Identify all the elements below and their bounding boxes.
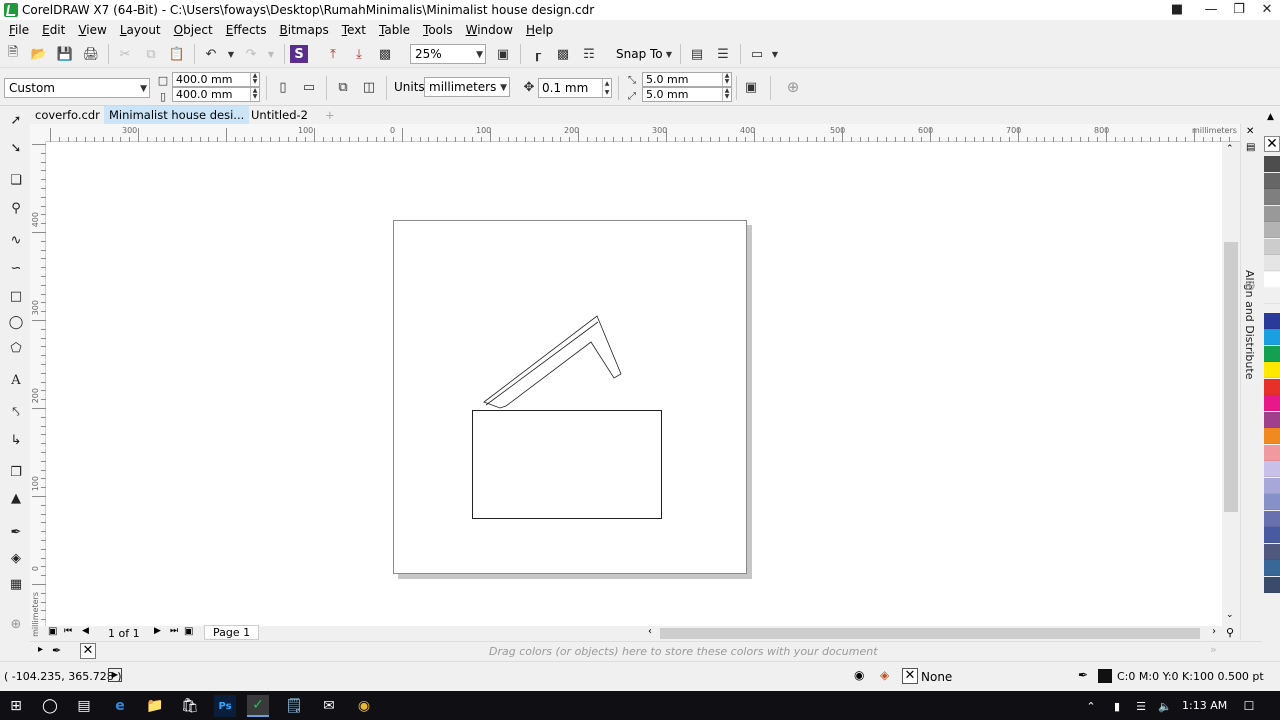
document-palette-bar: ▸ ✒ ✕ Drag colors (or objects) here to s… <box>30 641 1262 661</box>
fill-none-swatch-icon[interactable]: ✕ <box>902 668 918 684</box>
color-swatch[interactable] <box>1264 312 1280 329</box>
color-swatch[interactable] <box>1264 477 1280 494</box>
color-swatch[interactable] <box>1264 238 1280 255</box>
color-swatch[interactable] <box>1264 461 1280 477</box>
color-swatch[interactable] <box>1264 271 1280 288</box>
zoom-navigator-icon[interactable]: ⚲ <box>1226 626 1234 639</box>
store-icon[interactable]: 🛍 <box>179 695 201 717</box>
task-view-icon[interactable]: ▤ <box>73 695 95 717</box>
horizontal-scrollbar[interactable]: ‹ › <box>646 626 1222 640</box>
status-bar: ( -104.235, 365.728 ) ▶ ◉ ◈ ✕ None ✒ C:0… <box>0 661 1280 691</box>
docker-panel: ✕ ▤ Align and Distribute ⊕ <box>1240 124 1262 640</box>
scroll-down-icon[interactable]: ⌄ <box>1226 610 1234 620</box>
color-swatch[interactable] <box>1264 560 1280 576</box>
page-tab[interactable]: Page 1 <box>204 625 260 640</box>
palette-scroll-icon[interactable]: » <box>1210 643 1217 656</box>
color-swatch[interactable] <box>1264 576 1280 593</box>
color-swatch[interactable] <box>1264 444 1280 461</box>
color-swatch[interactable] <box>1264 362 1280 378</box>
photoshop-icon[interactable]: Ps <box>214 695 236 717</box>
drawing-objects <box>472 315 662 519</box>
color-swatch[interactable] <box>1264 411 1280 428</box>
no-color-icon[interactable]: ✕ <box>80 643 96 659</box>
fill-value: None <box>921 670 953 684</box>
edge-browser-icon[interactable]: e <box>109 695 131 717</box>
volume-icon[interactable]: 🔈 <box>1154 695 1176 717</box>
color-swatch[interactable] <box>1264 543 1280 560</box>
coreldraw-taskbar-icon[interactable]: ✓ <box>247 695 269 717</box>
scroll-left-icon[interactable]: ‹ <box>648 626 652 637</box>
color-swatch[interactable] <box>1264 510 1280 527</box>
color-palette: ▲ ✕ <box>1262 106 1280 640</box>
palette-menu-icon[interactable]: ▸ <box>38 644 43 655</box>
add-page-after-icon[interactable]: ▣ <box>184 626 193 637</box>
color-swatch[interactable] <box>1264 378 1280 395</box>
horizontal-scroll-thumb[interactable] <box>660 628 1200 639</box>
eyedropper-icon[interactable]: ✒ <box>52 644 61 657</box>
docker-expand-icon[interactable]: ▤ <box>1246 142 1255 153</box>
no-color-swatch-icon[interactable]: ✕ <box>1264 136 1280 152</box>
add-page-icon[interactable]: ▣ <box>48 626 57 637</box>
docker-close-icon[interactable]: ✕ <box>1246 126 1254 137</box>
battery-icon[interactable]: ▮ <box>1106 695 1128 717</box>
color-swatch[interactable] <box>1264 288 1280 304</box>
wifi-icon[interactable]: ☰ <box>1130 695 1152 717</box>
color-swatch[interactable] <box>1264 428 1280 444</box>
color-swatch[interactable] <box>1264 205 1280 222</box>
vertical-scroll-thumb[interactable] <box>1224 242 1238 512</box>
color-swatch[interactable] <box>1264 156 1280 172</box>
scroll-up-icon[interactable]: ⌃ <box>1226 144 1234 154</box>
color-swatch[interactable] <box>1264 329 1280 345</box>
add-docker-icon[interactable]: ⊕ <box>1244 278 1256 294</box>
first-page-icon[interactable]: ⏮ <box>64 626 72 636</box>
outline-value: C:0 M:0 Y:0 K:100 0.500 pt <box>1117 670 1264 683</box>
roof-shape[interactable] <box>483 315 622 409</box>
chrome-icon[interactable]: ◉ <box>353 695 375 717</box>
status-expand-icon[interactable]: ▶ <box>108 668 122 682</box>
color-swatch[interactable] <box>1264 172 1280 189</box>
color-proofing-icon[interactable]: ◉ <box>854 668 864 682</box>
search-icon[interactable]: ◯ <box>39 695 61 717</box>
last-page-icon[interactable]: ⏭ <box>170 626 178 636</box>
page-navigator: ▣ ⏮ ◀ 1 of 1 ▶ ⏭ ▣ Page 1 <box>46 625 646 640</box>
mail-icon[interactable]: ✉ <box>318 695 340 717</box>
windows-start-icon[interactable]: ⊞ <box>5 695 27 717</box>
previous-page-icon[interactable]: ◀ <box>82 626 89 636</box>
action-center-icon[interactable]: ☐ <box>1238 695 1260 717</box>
house-body-rectangle[interactable] <box>472 410 662 519</box>
document-palette-hint: Drag colors (or objects) here to store t… <box>489 645 878 658</box>
color-swatch[interactable] <box>1264 222 1280 238</box>
roof-inner-line <box>485 321 599 406</box>
notepad-icon[interactable]: 🗒 <box>283 695 305 717</box>
scroll-right-icon[interactable]: › <box>1212 626 1216 637</box>
vertical-scrollbar[interactable]: ⌃ ⌄ <box>1222 142 1240 626</box>
outline-pen-icon[interactable]: ✒ <box>1078 668 1088 682</box>
color-swatch[interactable] <box>1264 527 1280 543</box>
next-page-icon[interactable]: ▶ <box>154 626 161 636</box>
color-swatch[interactable] <box>1264 189 1280 205</box>
color-swatch[interactable] <box>1264 345 1280 362</box>
clock[interactable]: 1:13 AM <box>1182 699 1227 712</box>
color-swatch[interactable] <box>1264 255 1280 271</box>
page-count: 1 of 1 <box>108 627 140 640</box>
file-explorer-icon[interactable]: 📁 <box>144 695 166 717</box>
color-swatch[interactable] <box>1264 395 1280 411</box>
palette-scroll-up-icon[interactable]: ▲ <box>1267 112 1274 122</box>
fill-icon[interactable]: ◈ <box>880 668 889 682</box>
windows-taskbar: ⊞ ◯ ▤ e 📁 🛍 Ps ✓ 🗒 ✉ ◉ ⌃ ▮ ☰ 🔈 1:13 AM ☐ <box>0 691 1280 720</box>
system-tray-chevron-icon[interactable]: ⌃ <box>1080 695 1102 717</box>
cursor-coordinates: ( -104.235, 365.728 ) <box>4 670 122 683</box>
outline-color-swatch[interactable] <box>1098 669 1112 683</box>
color-swatch[interactable] <box>1264 494 1280 510</box>
